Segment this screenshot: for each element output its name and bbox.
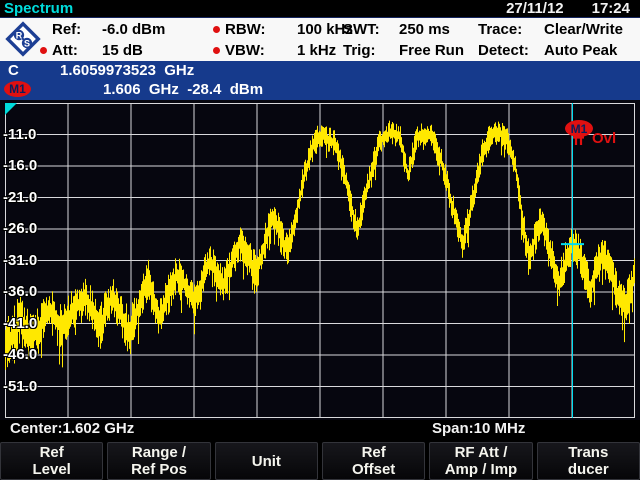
rbw-status-dot [213, 26, 220, 33]
y-axis-label: -36.0 [3, 283, 37, 300]
y-axis-label: -41.0 [3, 315, 37, 332]
softkey-range-ref-pos[interactable]: Range /Ref Pos [107, 442, 210, 480]
att-status-dot [40, 47, 47, 54]
softkey-transducer[interactable]: Transducer [537, 442, 640, 480]
swt-label: SWT: [343, 21, 399, 38]
vbw-value: 1 kHz [297, 42, 336, 59]
marker-m1-value: 1.606 GHz -28.4 dBm [103, 81, 263, 98]
rbw-label: RBW: [225, 21, 297, 38]
settings-col-swt-trig: SWT: 250 ms Trig: Free Run [343, 19, 464, 61]
overload-icon [572, 133, 586, 147]
rohde-schwarz-logo: R S [4, 20, 42, 58]
trig-label: Trig: [343, 42, 399, 59]
setting-att: Att: 15 dB [40, 40, 165, 61]
settings-col-rbw-vbw: RBW: 100 kHz VBW: 1 kHz [213, 19, 353, 61]
y-axis-label: -31.0 [3, 252, 37, 269]
spectrum-analyzer-screen: Spectrum 27/11/12 17:24 R S Ref: -6.0 dB… [0, 0, 640, 480]
settings-col-trace-detect: Trace: Clear/Write Detect: Auto Peak [478, 19, 623, 61]
detect-value: Auto Peak [544, 42, 617, 59]
ref-level-indicator-icon [5, 103, 17, 115]
center-frequency-label: Center:1.602 GHz [10, 420, 134, 437]
time-label: 17:24 [592, 0, 630, 17]
svg-text:S: S [24, 38, 30, 48]
title-bar: Spectrum 27/11/12 17:24 [0, 0, 640, 18]
setting-trace: Trace: Clear/Write [478, 19, 623, 40]
date-label: 27/11/12 [506, 0, 564, 17]
span-label: Span:10 MHz [432, 420, 525, 437]
settings-bar: R S Ref: -6.0 dBm Att: 15 dB RBW: 100 kH… [0, 18, 640, 61]
y-axis-label: -51.0 [3, 378, 37, 395]
vbw-status-dot [213, 47, 220, 54]
softkey-rf-att-amp-imp[interactable]: RF Att /Amp / Imp [429, 442, 532, 480]
marker-row: M1 1.606 GHz -28.4 dBm [0, 80, 640, 99]
counter-label: C [8, 62, 19, 79]
spectrum-plot: -11.0 -16.0 -21.0 -26.0 -31.0 -36.0 -41.0 -46.0… [0, 100, 640, 420]
setting-rbw: RBW: 100 kHz [213, 19, 353, 40]
trace-value: Clear/Write [544, 21, 623, 38]
trig-value: Free Run [399, 42, 464, 59]
marker-m1-badge: M1 [4, 81, 31, 97]
plot-grid [5, 103, 635, 418]
y-axis-label: -11.0 [3, 126, 36, 143]
att-label: Att: [52, 42, 102, 59]
vbw-label: VBW: [225, 42, 297, 59]
setting-trig: Trig: Free Run [343, 40, 464, 61]
y-axis-label: -26.0 [3, 220, 37, 237]
y-axis-label: -16.0 [3, 157, 37, 174]
setting-detect: Detect: Auto Peak [478, 40, 623, 61]
att-value: 15 dB [102, 42, 143, 59]
datetime: 27/11/12 17:24 [506, 0, 630, 17]
setting-vbw: VBW: 1 kHz [213, 40, 353, 61]
y-axis-label: -21.0 [3, 189, 37, 206]
softkey-ref-level[interactable]: RefLevel [0, 442, 103, 480]
svg-text:R: R [16, 30, 23, 40]
swt-value: 250 ms [399, 21, 450, 38]
setting-ref: Ref: -6.0 dBm [40, 19, 165, 40]
overload-label: Ovl [592, 130, 616, 147]
y-axis-label: -46.0 [3, 346, 37, 363]
marker-readout-bar: C 1.6059973523 GHz M1 1.606 GHz -28.4 dB… [0, 61, 640, 100]
softkey-unit[interactable]: Unit [215, 442, 318, 480]
ref-value: -6.0 dBm [102, 21, 165, 38]
setting-swt: SWT: 250 ms [343, 19, 464, 40]
detect-label: Detect: [478, 42, 544, 59]
mode-title: Spectrum [4, 0, 73, 17]
softkey-bar: RefLevel Range /Ref Pos Unit RefOffset R… [0, 442, 640, 480]
counter-value: 1.6059973523 GHz [60, 62, 194, 79]
trace-label: Trace: [478, 21, 544, 38]
settings-col-ref-att: Ref: -6.0 dBm Att: 15 dB [40, 19, 165, 61]
softkey-ref-offset[interactable]: RefOffset [322, 442, 425, 480]
plot-canvas [5, 103, 635, 418]
ref-label: Ref: [52, 21, 102, 38]
frequency-counter-row: C 1.6059973523 GHz [0, 61, 640, 80]
